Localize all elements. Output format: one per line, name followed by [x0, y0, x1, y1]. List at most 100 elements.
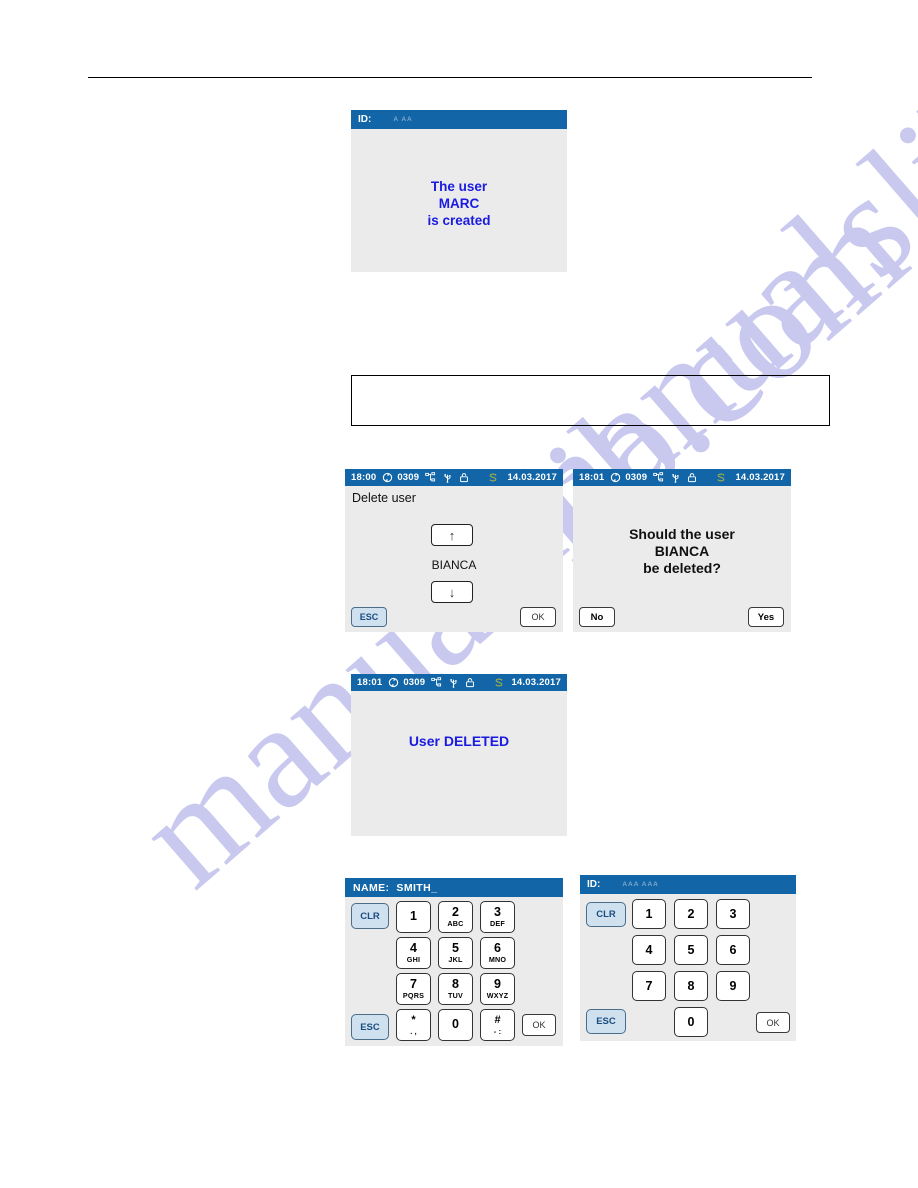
lock-icon	[687, 472, 697, 483]
key-letters: DEF	[490, 919, 505, 929]
id-value: AAA AAA	[622, 881, 659, 888]
lock-icon	[459, 472, 469, 483]
key-digit: 4	[645, 942, 653, 957]
keypad-key-9[interactable]: 9	[716, 971, 750, 1001]
status-bar: 18:00 0309 14.03.2017	[345, 469, 563, 486]
network-icon	[431, 677, 442, 688]
user-deleted-screen: 18:01 0309 14.03.2017 User DELETED	[351, 674, 567, 836]
status-counter: 0309	[397, 472, 420, 483]
key-digit: 0	[452, 1017, 459, 1031]
sync-icon	[382, 472, 393, 483]
s-logo-icon	[493, 677, 505, 688]
s-logo-icon	[487, 472, 499, 483]
keypad-key-2[interactable]: 2	[674, 899, 708, 929]
message-line: be deleted?	[643, 560, 721, 576]
key-letters: - :	[493, 1026, 502, 1036]
id-label: ID:	[587, 879, 601, 890]
esc-button[interactable]: ESC	[586, 1009, 626, 1034]
key-letters: . ,	[410, 1026, 417, 1036]
key-digit: 8	[452, 977, 459, 992]
screen-titlebar: NAME: SMITH_	[345, 878, 563, 897]
key-digit: 6	[729, 942, 737, 957]
key-letters: GHI	[406, 955, 421, 965]
keypad-key-7[interactable]: 7 PQRS	[396, 973, 431, 1005]
key-digit: 8	[687, 978, 695, 993]
keypad-key-0[interactable]: 0	[674, 1007, 708, 1037]
key-digit: 6	[494, 941, 501, 956]
keypad-key-9[interactable]: 9 WXYZ	[480, 973, 515, 1005]
esc-button[interactable]: ESC	[351, 607, 387, 627]
key-digit: 2	[687, 906, 695, 921]
key-digit: 1	[645, 906, 653, 921]
screen-titlebar: ID: A AA	[351, 110, 567, 129]
key-digit: 4	[410, 941, 417, 956]
page-header-rule	[88, 77, 812, 78]
keypad-key-7[interactable]: 7	[632, 971, 666, 1001]
message-line: MARC	[438, 196, 480, 211]
id-entry-keypad-screen: ID: AAA AAA CLR 1 2 3 4 5 6 7 8 9 ESC 0 …	[580, 875, 796, 1041]
message-line: BIANCA	[654, 543, 710, 559]
ok-button[interactable]: OK	[522, 1014, 556, 1036]
key-letters: TUV	[448, 991, 463, 1001]
keypad-key-star[interactable]: * . ,	[396, 1009, 431, 1041]
keypad-key-8[interactable]: 8	[674, 971, 708, 1001]
keypad-key-3[interactable]: 3	[716, 899, 750, 929]
message-line: User DELETED	[408, 733, 510, 749]
usb-icon	[670, 472, 681, 483]
keypad-key-4[interactable]: 4	[632, 935, 666, 965]
keypad-key-8[interactable]: 8 TUV	[438, 973, 473, 1005]
screen-body: Delete user ↑ BIANCA ↓ ESC OK	[345, 486, 563, 632]
clr-button[interactable]: CLR	[351, 903, 389, 929]
key-digit: #	[494, 1014, 501, 1027]
selected-user-label: BIANCA	[431, 558, 477, 572]
keypad-key-6[interactable]: 6	[716, 935, 750, 965]
message-line: Should the user	[629, 526, 735, 542]
name-value: SMITH_	[396, 881, 438, 894]
id-label: ID:	[358, 114, 372, 125]
key-digit: 1	[410, 909, 417, 923]
network-icon	[653, 472, 664, 483]
esc-button[interactable]: ESC	[351, 1014, 389, 1040]
usb-icon	[448, 677, 459, 688]
key-digit: 7	[410, 977, 417, 992]
keypad-key-5[interactable]: 5 JKL	[438, 937, 473, 969]
screen-body: User DELETED	[351, 691, 567, 836]
keypad-key-6[interactable]: 6 MNO	[480, 937, 515, 969]
message-line: The user	[430, 179, 488, 194]
lock-icon	[465, 677, 475, 688]
keypad-key-2[interactable]: 2 ABC	[438, 901, 473, 933]
key-digit: 3	[494, 905, 501, 920]
note-callout-box	[351, 375, 830, 426]
scroll-up-button[interactable]: ↑	[431, 524, 473, 546]
keypad-key-3[interactable]: 3 DEF	[480, 901, 515, 933]
key-digit: *	[411, 1014, 416, 1027]
key-letters: PQRS	[402, 991, 425, 1001]
ok-button[interactable]: OK	[520, 607, 556, 627]
status-counter: 0309	[625, 472, 648, 483]
status-counter: 0309	[403, 677, 426, 688]
no-button[interactable]: No	[579, 607, 615, 627]
keypad-key-1[interactable]: 1	[396, 901, 431, 933]
ok-button[interactable]: OK	[756, 1012, 790, 1033]
status-date: 14.03.2017	[507, 472, 557, 483]
yes-button[interactable]: Yes	[748, 607, 784, 627]
key-letters: ABC	[447, 919, 464, 929]
keypad-key-0[interactable]: 0	[438, 1009, 473, 1041]
usb-icon	[442, 472, 453, 483]
scroll-down-button[interactable]: ↓	[431, 581, 473, 603]
sync-icon	[610, 472, 621, 483]
screen-body: Should the user BIANCA be deleted? No Ye…	[573, 486, 791, 632]
status-bar: 18:01 0309 14.03.2017	[573, 469, 791, 486]
s-logo-icon	[715, 472, 727, 483]
clr-button[interactable]: CLR	[586, 902, 626, 927]
keypad-key-hash[interactable]: # - :	[480, 1009, 515, 1041]
keypad-key-4[interactable]: 4 GHI	[396, 937, 431, 969]
screen-body: The user MARC is created	[351, 129, 567, 272]
keypad-key-1[interactable]: 1	[632, 899, 666, 929]
keypad-key-5[interactable]: 5	[674, 935, 708, 965]
screen-body: CLR 1 2 3 4 5 6 7 8 9 ESC 0 OK	[580, 894, 796, 1041]
key-letters: JKL	[448, 955, 463, 965]
screen-title: Delete user	[352, 491, 416, 505]
network-icon	[425, 472, 436, 483]
delete-user-screen: 18:00 0309 14.03.2017 Delete user ↑ BIAN…	[345, 469, 563, 632]
